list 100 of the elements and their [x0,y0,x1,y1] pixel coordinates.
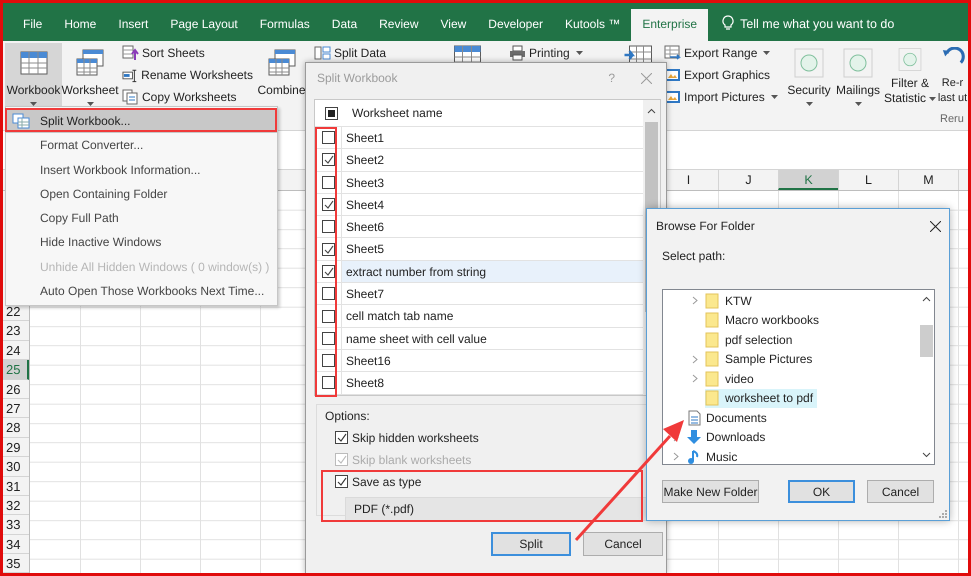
list-row[interactable]: Sheet7 [342,283,643,304]
menu-item[interactable]: Hide Inactive Windows [6,230,277,254]
column-header[interactable]: L [838,170,898,190]
ribbon-button[interactable]: Workbook [5,43,62,109]
tree-item[interactable]: KTW [705,291,756,310]
checkbox[interactable] [322,198,334,212]
ribbon-button[interactable]: Worksheet [62,43,118,109]
ribbon-button[interactable]: Export Range [664,45,785,61]
list-row[interactable]: Sheet3 [342,172,643,193]
tell-me-search[interactable]: Tell me what you want to do [740,9,894,41]
row-header[interactable]: 27 [3,398,29,418]
ribbon-tab[interactable]: Formulas [248,9,321,41]
tree-item[interactable]: Macro workbooks [705,310,824,330]
ribbon-tab[interactable]: Home [53,9,108,41]
ribbon-button[interactable]: Re-r last ut [937,43,968,109]
checkbox[interactable] [322,242,334,256]
close-icon[interactable] [930,220,941,232]
tree-item[interactable]: Documents [686,408,771,428]
ribbon-tab[interactable]: Kutools ™ [554,9,632,41]
column-header[interactable]: K [778,170,838,190]
chevron-icon[interactable] [692,296,698,306]
list-row[interactable]: Sheet4 [342,194,643,216]
ribbon-button[interactable]: Sort Sheets [122,45,253,61]
checkbox[interactable] [322,310,334,323]
ribbon-button[interactable]: Combine [253,43,310,109]
menu-item[interactable]: Copy Full Path [6,206,277,230]
row-header[interactable]: 26 [3,380,29,399]
checkbox[interactable] [322,287,334,300]
chevron-down-icon[interactable] [922,452,931,458]
checkbox[interactable] [322,176,334,189]
list-row[interactable]: cell match tab name [342,305,643,327]
chevron-up-icon[interactable] [647,108,656,114]
ribbon-tab[interactable]: File [12,9,54,41]
row-header[interactable]: 34 [3,534,29,554]
tree-item[interactable]: pdf selection [705,330,796,350]
ribbon-tab[interactable]: Enterprise [631,9,708,41]
folder-icon [705,292,721,309]
menu-item[interactable]: Open Containing Folder [6,182,277,206]
list-row[interactable]: Sheet16 [342,350,643,372]
ribbon-tab[interactable]: View [430,9,478,41]
row-header[interactable]: 28 [3,418,29,438]
list-row[interactable]: name sheet with cell value [342,328,643,349]
ribbon-button[interactable]: Filter & Statistic [883,43,937,109]
ribbon-tab[interactable]: Insert [107,9,160,41]
dialog-button[interactable]: Split [491,532,571,556]
checkbox[interactable] [322,220,334,234]
checkbox[interactable] [322,354,334,368]
download-icon [686,429,702,446]
checkbox[interactable] [322,264,334,278]
tree-item[interactable]: Downloads [686,428,770,447]
checkbox[interactable] [335,431,348,444]
row-header[interactable]: 32 [3,496,29,516]
row-header[interactable]: 30 [3,457,29,477]
dialog-button[interactable]: OK [788,480,855,503]
checkbox[interactable] [322,131,334,144]
list-row[interactable]: Sheet6 [342,216,643,238]
file-type-dropdown[interactable]: PDF (*.pdf) [345,496,647,521]
row-header[interactable]: 23 [3,321,29,341]
ribbon-button[interactable]: Split Data [314,45,440,61]
menu-item[interactable]: Format Converter... [6,133,277,158]
dialog-button[interactable]: Cancel [867,480,934,503]
ribbon-tab[interactable]: Developer [477,9,554,41]
tree-item[interactable]: worksheet to pdf [705,388,818,408]
chevron-up-icon[interactable] [922,296,931,302]
chevron-icon[interactable] [672,452,678,462]
list-row[interactable]: Sheet2 [342,149,643,171]
ribbon-tab[interactable]: Page Layout [159,9,249,41]
list-row[interactable]: Sheet5 [342,238,643,260]
tree-item[interactable]: Music [686,447,742,466]
dialog-button[interactable]: Make New Folder [662,480,759,503]
checkbox[interactable] [322,153,334,166]
row-header[interactable]: 25 [3,360,29,380]
checkbox[interactable] [322,332,334,345]
row-header[interactable]: 35 [3,554,29,573]
chevron-icon[interactable] [692,354,698,364]
row-header[interactable]: 29 [3,438,29,458]
menu-item[interactable]: Insert Workbook Information... [6,158,277,182]
list-row[interactable]: extract number from string [342,260,643,282]
ribbon-button[interactable]: Copy Worksheets [122,89,253,105]
ribbon-tab[interactable]: Review [368,9,430,41]
ribbon-button[interactable]: Security [785,43,833,109]
ribbon-tab[interactable]: Data [320,9,368,41]
ribbon-button[interactable]: Printing [509,45,610,61]
row-header[interactable]: 33 [3,515,29,535]
tree-item[interactable]: video [705,369,758,388]
menu-item[interactable]: Auto Open Those Workbooks Next Time... [6,278,277,303]
checkbox[interactable] [335,475,348,488]
checkbox[interactable] [322,376,334,390]
column-header[interactable]: M [898,170,958,190]
resize-grip-icon[interactable] [939,510,947,518]
row-header[interactable]: 31 [3,476,29,496]
ribbon-button[interactable]: Rename Worksheets [122,67,253,83]
chevron-icon[interactable] [692,374,698,384]
list-row[interactable]: Sheet8 [342,372,643,394]
ribbon-button[interactable]: Mailings [833,43,883,109]
list-row[interactable]: Sheet1 [342,127,643,148]
scrollbar-thumb[interactable] [920,325,933,357]
dialog-button[interactable]: Cancel [583,532,663,556]
tree-item[interactable]: Sample Pictures [705,350,816,369]
select-all-checkbox[interactable] [325,106,338,120]
